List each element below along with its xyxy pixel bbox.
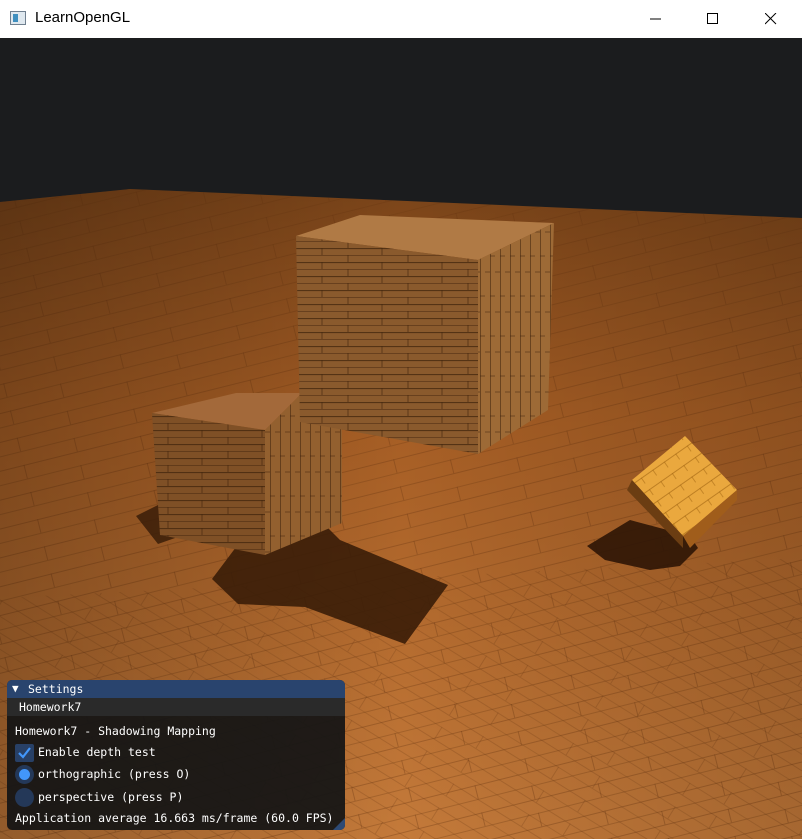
maximize-icon bbox=[707, 13, 718, 24]
opengl-app-icon bbox=[10, 11, 26, 25]
fps-readout: Application average 16.663 ms/frame (60.… bbox=[15, 811, 334, 825]
depth-test-checkbox[interactable] bbox=[15, 744, 34, 762]
resize-grip[interactable] bbox=[333, 818, 345, 830]
minimize-button[interactable] bbox=[627, 0, 685, 38]
orthographic-label[interactable]: orthographic (press O) bbox=[38, 767, 190, 781]
large-box-front-planks bbox=[296, 236, 478, 454]
settings-window[interactable]: ▼ Settings Homework7 Homework7 - Shadowi… bbox=[7, 680, 345, 830]
lower-box-front-planks bbox=[152, 413, 265, 555]
checkmark-icon bbox=[18, 747, 31, 759]
orthographic-radio[interactable] bbox=[15, 765, 34, 784]
minimize-icon bbox=[650, 18, 661, 20]
perspective-label[interactable]: perspective (press P) bbox=[38, 790, 183, 804]
perspective-radio[interactable] bbox=[15, 788, 34, 807]
tab-homework7[interactable]: Homework7 bbox=[7, 698, 345, 716]
radio-selected-dot bbox=[19, 769, 30, 780]
title-bar[interactable]: LearnOpenGL bbox=[0, 0, 802, 38]
settings-title: Settings bbox=[28, 682, 84, 696]
depth-test-label[interactable]: Enable depth test bbox=[38, 745, 156, 759]
settings-title-bar[interactable]: ▼ Settings bbox=[7, 680, 345, 698]
close-button[interactable] bbox=[742, 0, 800, 38]
triangle-down-icon[interactable]: ▼ bbox=[12, 682, 19, 695]
window-title: LearnOpenGL bbox=[35, 9, 131, 26]
settings-heading: Homework7 - Shadowing Mapping bbox=[15, 724, 216, 738]
tab-label: Homework7 bbox=[19, 700, 82, 714]
close-icon bbox=[765, 13, 777, 25]
maximize-button[interactable] bbox=[684, 0, 742, 38]
